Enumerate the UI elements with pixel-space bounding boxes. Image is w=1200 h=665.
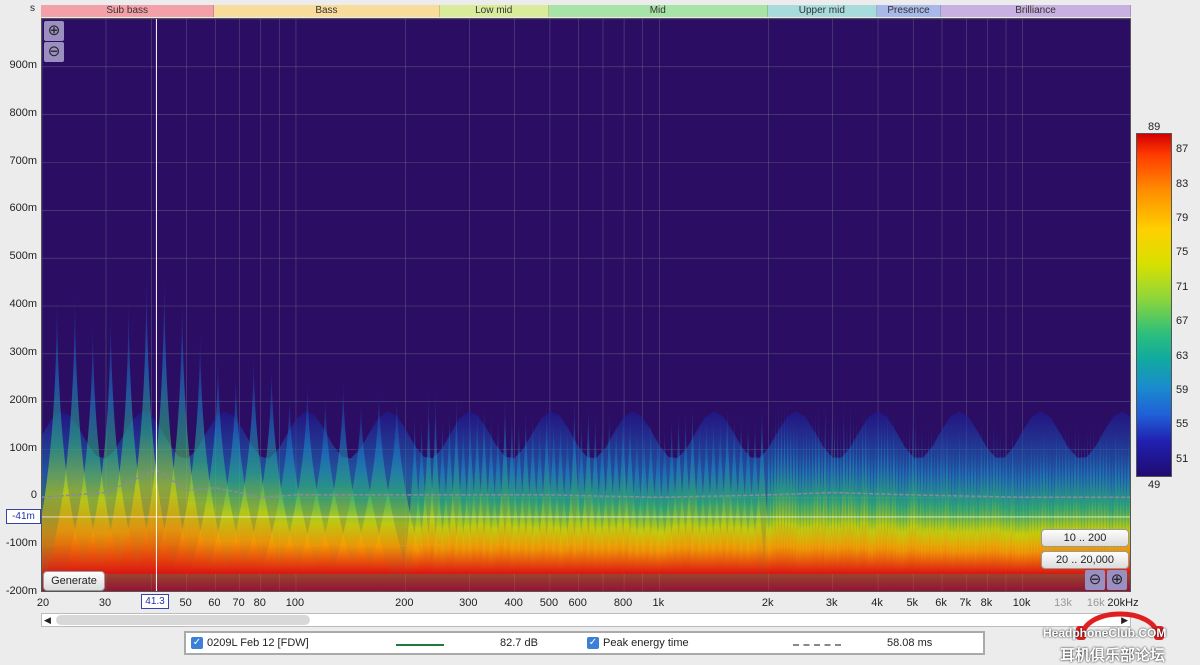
generate-button[interactable]: Generate: [43, 571, 105, 591]
measurement-name: 0209L Feb 12 [FDW]: [207, 637, 309, 649]
scale-tick-label: 55: [1176, 418, 1189, 431]
scroll-thumb[interactable]: [56, 615, 310, 625]
range-full-button[interactable]: 20 .. 20,000: [1041, 551, 1129, 569]
scale-tick-label: 75: [1176, 246, 1189, 259]
x-tick-label: 800: [613, 597, 633, 609]
measurement-line-swatch: [396, 644, 444, 646]
scale-tick-label: 63: [1176, 349, 1189, 362]
x-tick-label: 200: [395, 597, 414, 609]
x-tick-label: 60: [208, 597, 221, 609]
frequency-band-bar: Sub bass Bass Low mid Mid Upper mid Presence B…: [41, 5, 1131, 17]
x-tick-label: 3k: [825, 597, 838, 609]
peak-energy-value: 58.08 ms: [887, 637, 933, 649]
x-tick-label: 400: [504, 597, 523, 609]
scale-bottom-label: 49: [1148, 479, 1161, 491]
x-tick-label: 600: [568, 597, 587, 609]
cursor-time-readout: -41m: [6, 509, 41, 524]
y-tick-label: 400m: [9, 298, 37, 310]
band-upper-mid: Upper mid: [767, 5, 878, 17]
y-tick-label: 600m: [9, 202, 37, 215]
measurement-value: 82.7 dB: [500, 637, 538, 649]
watermark-site: HeadphoneClub.COM: [1043, 626, 1167, 640]
x-tick-label: 13k: [1054, 597, 1072, 609]
x-tick-label: 8k: [980, 597, 993, 609]
x-tick-label: 4k: [871, 597, 883, 609]
x-tick-label: 300: [459, 597, 478, 609]
x-tick-label: 70: [232, 597, 245, 609]
range-10-200-button[interactable]: 10 .. 200: [1041, 529, 1129, 547]
x-tick-label: 30: [98, 597, 112, 609]
peak-energy-label: Peak energy time: [603, 637, 689, 649]
x-tick-label: 50: [179, 597, 192, 609]
scale-tick-label: 71: [1176, 280, 1189, 293]
scale-tick-label: 51: [1176, 452, 1189, 465]
band-brilliance: Brilliance: [941, 5, 1131, 17]
x-tick-label: 7k: [959, 597, 972, 609]
cursor-frequency-readout: 41.3: [141, 594, 169, 609]
zoom-in-vertical-icon[interactable]: ⊕: [44, 21, 64, 41]
y-tick-label: 200m: [9, 393, 37, 406]
y-tick-label: 100m: [9, 441, 37, 454]
legend-panel: ✓ 0209L Feb 12 [FDW] 82.7 dB ✓ Peak ener…: [184, 631, 985, 655]
color-scale-bar: [1136, 133, 1172, 477]
y-tick-label: 700m: [9, 154, 37, 167]
x-tick-label: 500: [539, 597, 559, 609]
band-mid: Mid: [548, 5, 768, 17]
scale-tick-label: 87: [1176, 143, 1189, 156]
band-sub-bass: Sub bass: [41, 5, 215, 17]
x-tick-label: 100: [285, 597, 305, 609]
peak-energy-line-swatch: [793, 644, 841, 646]
y-tick-label: 0: [30, 489, 37, 502]
spectrogram-plot[interactable]: ⊕ ⊖ ⊖ ⊕: [41, 18, 1131, 592]
y-tick-label: 300m: [9, 345, 37, 358]
x-tick-label: 5k: [906, 597, 919, 609]
watermark-forum: 耳机俱乐部论坛: [1060, 647, 1166, 664]
scale-tick-label: 59: [1176, 384, 1189, 396]
y-tick-label: -200m: [5, 585, 37, 597]
x-tick-label: 6k: [935, 597, 947, 609]
scale-tick-label: 79: [1176, 212, 1189, 224]
spectrogram-svg: [42, 19, 1130, 591]
y-tick-label: 800m: [9, 106, 37, 119]
scale-top-label: 89: [1148, 121, 1161, 133]
zoom-in-horizontal-icon[interactable]: ⊕: [1107, 570, 1127, 590]
band-bass: Bass: [214, 5, 440, 17]
x-tick-label: 2k: [761, 597, 774, 609]
x-tick-label: 20: [36, 597, 50, 609]
y-axis-unit: s: [30, 3, 35, 14]
y-tick-label: -100m: [5, 537, 37, 550]
peak-energy-checkbox[interactable]: ✓: [587, 637, 599, 649]
band-low-mid: Low mid: [439, 5, 549, 17]
measurement-checkbox[interactable]: ✓: [191, 637, 203, 649]
zoom-out-horizontal-icon[interactable]: ⊖: [1085, 570, 1105, 590]
scale-tick-label: 83: [1176, 177, 1189, 190]
x-tick-label: 1k: [652, 597, 665, 609]
scroll-left-icon[interactable]: ◀: [44, 615, 51, 626]
x-tick-label: 10k: [1012, 597, 1031, 609]
zoom-out-vertical-icon[interactable]: ⊖: [44, 42, 64, 62]
band-presence: Presence: [877, 5, 941, 17]
y-tick-label: 900m: [9, 58, 37, 71]
y-tick-label: 500m: [9, 250, 37, 263]
horizontal-scrollbar[interactable]: ◀ ▶: [41, 613, 1131, 627]
scale-tick-label: 67: [1176, 315, 1189, 328]
x-tick-label: 80: [253, 597, 266, 609]
